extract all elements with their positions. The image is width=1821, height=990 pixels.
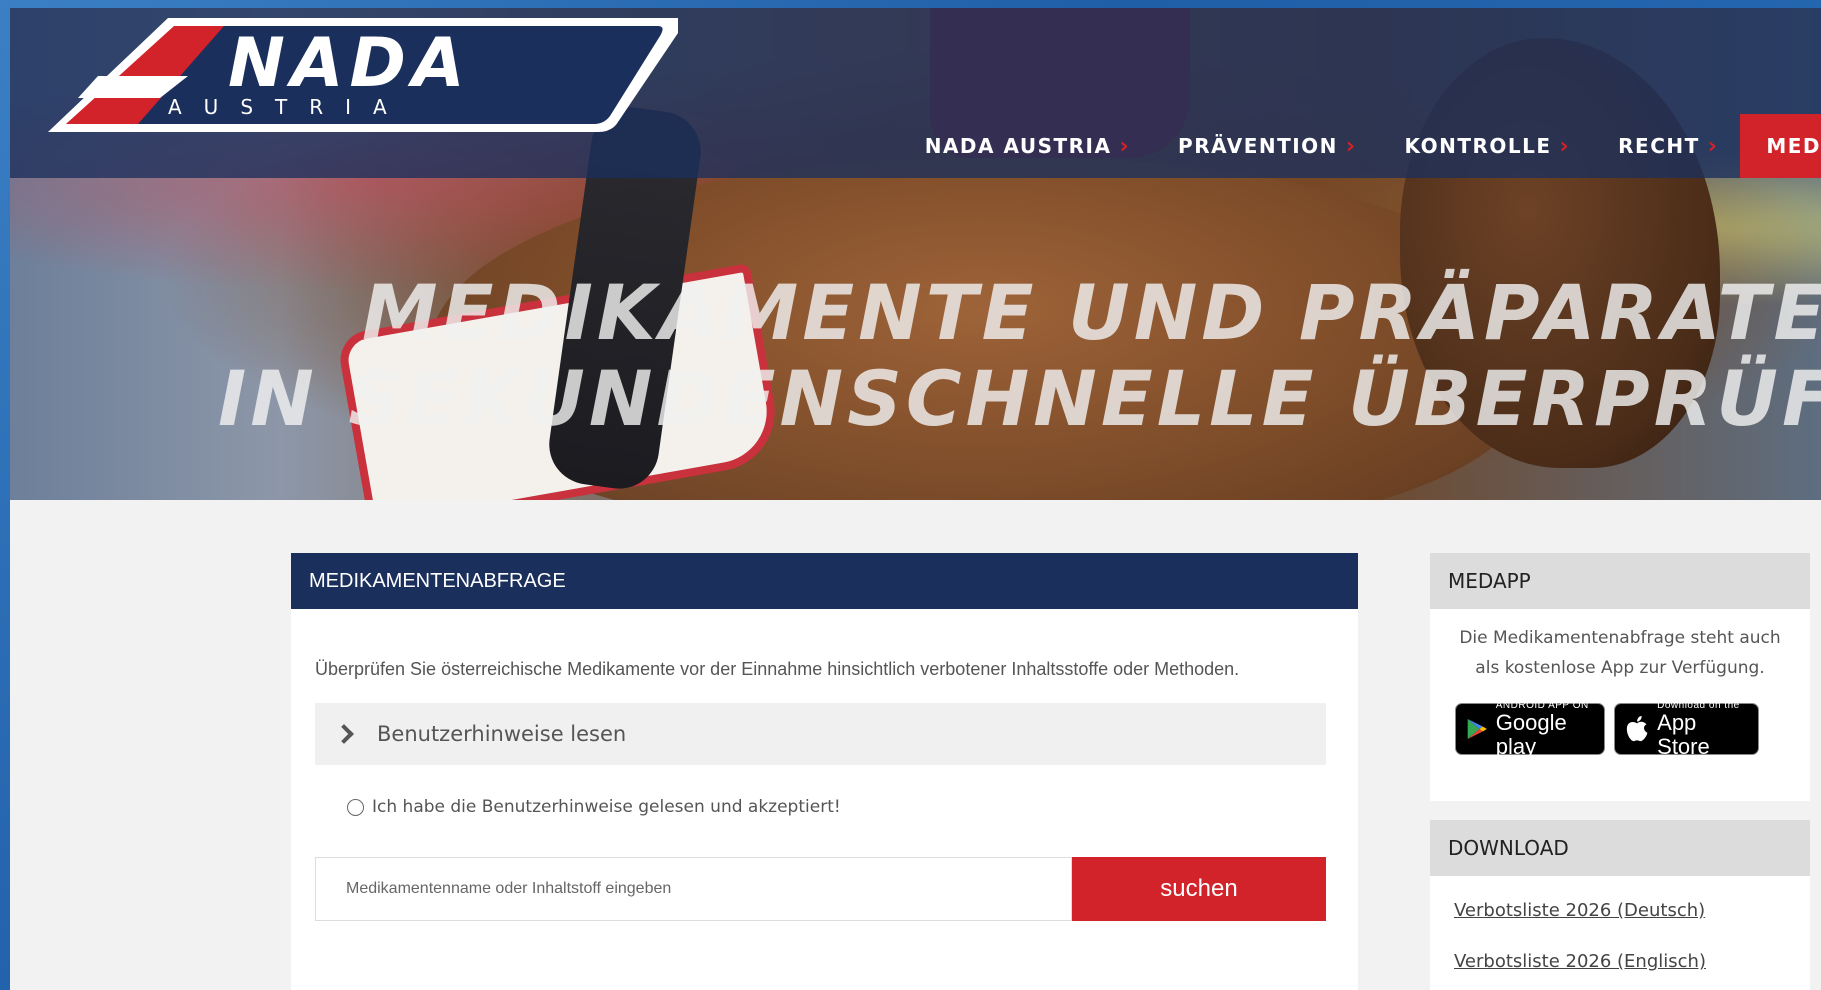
nav-item-label: MED	[1766, 134, 1821, 158]
accept-terms[interactable]: Ich habe die Benutzerhinweise gelesen un…	[347, 797, 841, 817]
download-box: DOWNLOAD Verbotsliste 2026 (Deutsch) Ver…	[1430, 820, 1810, 990]
nav-item-praevention[interactable]: PRÄVENTION ›	[1152, 114, 1378, 178]
medapp-box: MEDAPP Die Medikamentenabfrage steht auc…	[1430, 553, 1810, 801]
chevron-right-icon	[334, 724, 354, 744]
nav-item-nada-austria[interactable]: NADA AUSTRIA ›	[899, 114, 1152, 178]
chevron-right-icon: ›	[1119, 133, 1131, 159]
hero-banner: NADA AUSTRIA NADA AUSTRIA › PRÄVENTION ›…	[10, 8, 1821, 500]
medapp-title: MEDAPP	[1430, 553, 1810, 609]
chevron-right-icon: ›	[1707, 133, 1719, 159]
nada-austria-logo[interactable]: NADA AUSTRIA	[38, 14, 678, 136]
google-play-small-text: ANDROID APP ON	[1495, 699, 1589, 711]
user-notes-accordion[interactable]: Benutzerhinweise lesen	[315, 703, 1326, 765]
download-link-englisch[interactable]: Verbotsliste 2026 (Englisch)	[1454, 951, 1706, 972]
panel-title: MEDIKAMENTENABFRAGE	[291, 553, 1358, 609]
medapp-description: Die Medikamentenabfrage steht auch als k…	[1459, 628, 1781, 678]
chevron-right-icon: ›	[1559, 133, 1571, 159]
medication-query-panel: MEDIKAMENTENABFRAGE Überprüfen Sie öster…	[291, 553, 1358, 990]
nav-item-kontrolle[interactable]: KONTROLLE ›	[1379, 114, 1593, 178]
app-store-badges: ANDROID APP ON Google play Download on t…	[1430, 699, 1810, 758]
nav-item-recht[interactable]: RECHT ›	[1592, 114, 1740, 178]
accept-terms-label: Ich habe die Benutzerhinweise gelesen un…	[372, 797, 841, 817]
nav-item-label: PRÄVENTION	[1178, 134, 1338, 158]
app-store-small-text: Download on the	[1657, 699, 1740, 711]
logo-main-text: NADA	[228, 24, 471, 103]
search-button[interactable]: suchen	[1072, 857, 1326, 921]
nav-item-label: NADA AUSTRIA	[924, 134, 1112, 158]
main-nav: NADA AUSTRIA › PRÄVENTION › KONTROLLE › …	[899, 114, 1821, 178]
accept-terms-radio[interactable]	[347, 798, 364, 816]
download-title: DOWNLOAD	[1430, 820, 1810, 876]
top-navigation-bar: NADA AUSTRIA NADA AUSTRIA › PRÄVENTION ›…	[10, 8, 1821, 178]
chevron-right-icon: ›	[1345, 133, 1357, 159]
google-play-big-text: Google play	[1495, 709, 1567, 759]
app-store-badge[interactable]: Download on the App Store	[1614, 699, 1759, 758]
nav-item-label: KONTROLLE	[1404, 134, 1552, 158]
accordion-label: Benutzerhinweise lesen	[377, 722, 627, 746]
nav-item-med[interactable]: MED	[1740, 114, 1821, 178]
browser-viewport: NADA AUSTRIA NADA AUSTRIA › PRÄVENTION ›…	[10, 8, 1821, 990]
intro-text: Überprüfen Sie österreichische Medikamen…	[315, 659, 1240, 679]
google-play-icon	[1467, 718, 1487, 740]
logo-sub-text: AUSTRIA	[168, 95, 409, 119]
app-store-big-text: App Store	[1657, 709, 1710, 759]
medication-search-input[interactable]	[315, 857, 1072, 921]
nav-item-label: RECHT	[1618, 134, 1700, 158]
hero-title-line-2: IN SEKUNDENSCHNELLE ÜBERPRÜFEN	[218, 354, 1821, 443]
apple-icon	[1626, 716, 1648, 742]
download-link-deutsch[interactable]: Verbotsliste 2026 (Deutsch)	[1454, 900, 1705, 921]
google-play-badge[interactable]: ANDROID APP ON Google play	[1455, 699, 1605, 758]
hero-title-line-1: MEDIKAMENTE UND PRÄPARATE	[362, 268, 1821, 357]
